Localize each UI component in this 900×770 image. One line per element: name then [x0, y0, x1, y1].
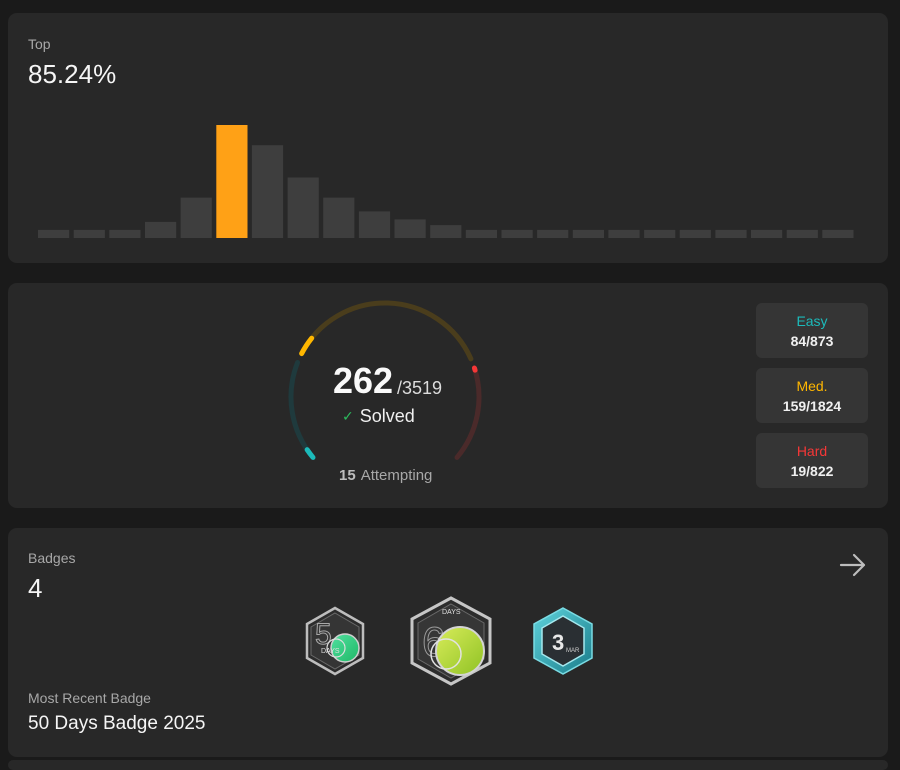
- difficulty-easy-box[interactable]: Easy 84/873: [756, 303, 868, 358]
- histogram-bar: [38, 229, 70, 238]
- histogram-bar: [430, 225, 462, 238]
- histogram-bar: [501, 229, 533, 238]
- top-label: Top: [28, 36, 51, 52]
- check-icon: ✓: [342, 408, 354, 424]
- histogram-bar: [822, 229, 854, 238]
- solved-label-row: ✓ Solved: [342, 406, 415, 427]
- histogram-bar: [537, 229, 569, 238]
- easy-track-arc: [288, 360, 316, 460]
- histogram-bar: [394, 219, 426, 238]
- most-recent-badge-name: 50 Days Badge 2025: [28, 713, 206, 734]
- solved-label: Solved: [359, 406, 415, 426]
- most-recent-badge-label: Most Recent Badge: [28, 690, 151, 706]
- badges-label: Badges: [28, 550, 76, 566]
- arrow-right-icon[interactable]: [838, 550, 868, 580]
- histogram-bar: [73, 229, 105, 238]
- medium-track-arc: [299, 300, 474, 362]
- top-percentile-value: 85.24%: [28, 59, 117, 89]
- svg-text:5: 5: [315, 618, 332, 651]
- difficulty-medium-value: 159/1824: [782, 397, 842, 414]
- hard-track-arc: [454, 365, 482, 460]
- badges-count: 4: [28, 573, 43, 603]
- march-daily-badge-icon[interactable]: 3 MAR: [528, 606, 598, 676]
- badge-3-number: 3: [552, 630, 564, 655]
- histogram-bar: [679, 229, 711, 238]
- difficulty-medium-box[interactable]: Med. 159/1824: [756, 368, 868, 423]
- histogram-bar: [145, 221, 177, 238]
- histogram-bar-current: [216, 125, 248, 238]
- histogram-bar: [251, 145, 284, 238]
- histogram-bar: [715, 229, 747, 238]
- histogram-bar: [287, 177, 319, 238]
- histogram-bar: [786, 229, 818, 238]
- difficulty-easy-value: 84/873: [790, 332, 834, 349]
- attempting-count: 15: [339, 467, 356, 484]
- histogram-bar: [109, 229, 141, 238]
- easy-solved-arc: [304, 447, 316, 460]
- badge-1-text: DAYS: [321, 648, 340, 655]
- difficulty-easy-label: Easy: [796, 312, 828, 329]
- histogram-bar: [180, 197, 212, 238]
- 50-days-badge-icon[interactable]: 5 DAYS: [300, 606, 370, 676]
- histogram-bar: [465, 229, 497, 238]
- badge-3-text: MAR: [566, 648, 580, 654]
- difficulty-medium-label: Med.: [796, 377, 828, 394]
- difficulty-hard-value: 19/822: [790, 462, 834, 479]
- solved-progress-card: 262 /3519 ✓ Solved 15 Attempting Easy 84…: [8, 283, 888, 508]
- solved-count: 262: [333, 360, 394, 401]
- hard-solved-arc: [471, 365, 478, 373]
- histogram-bar: [608, 229, 640, 238]
- difficulty-hard-label: Hard: [796, 442, 828, 459]
- histogram-bar: [751, 229, 783, 238]
- badge-2-text: DAYS: [442, 609, 461, 616]
- histogram-bar: [323, 197, 355, 238]
- solved-total: /3519: [397, 378, 443, 398]
- percentile-histogram: [38, 125, 854, 238]
- histogram-bar: [358, 211, 391, 238]
- badges-card: Badges 4 5 DAYS 6 DAYS 3 MAR Most Recent…: [8, 528, 888, 757]
- 100-days-badge-icon[interactable]: 6 DAYS: [406, 596, 496, 686]
- attempting-row: 15 Attempting: [339, 467, 432, 484]
- attempting-label: Attempting: [360, 467, 433, 484]
- difficulty-hard-box[interactable]: Hard 19/822: [756, 433, 868, 488]
- percentile-card: Top 85.24%: [8, 13, 888, 263]
- histogram-bar: [644, 229, 676, 238]
- histogram-bar: [572, 229, 604, 238]
